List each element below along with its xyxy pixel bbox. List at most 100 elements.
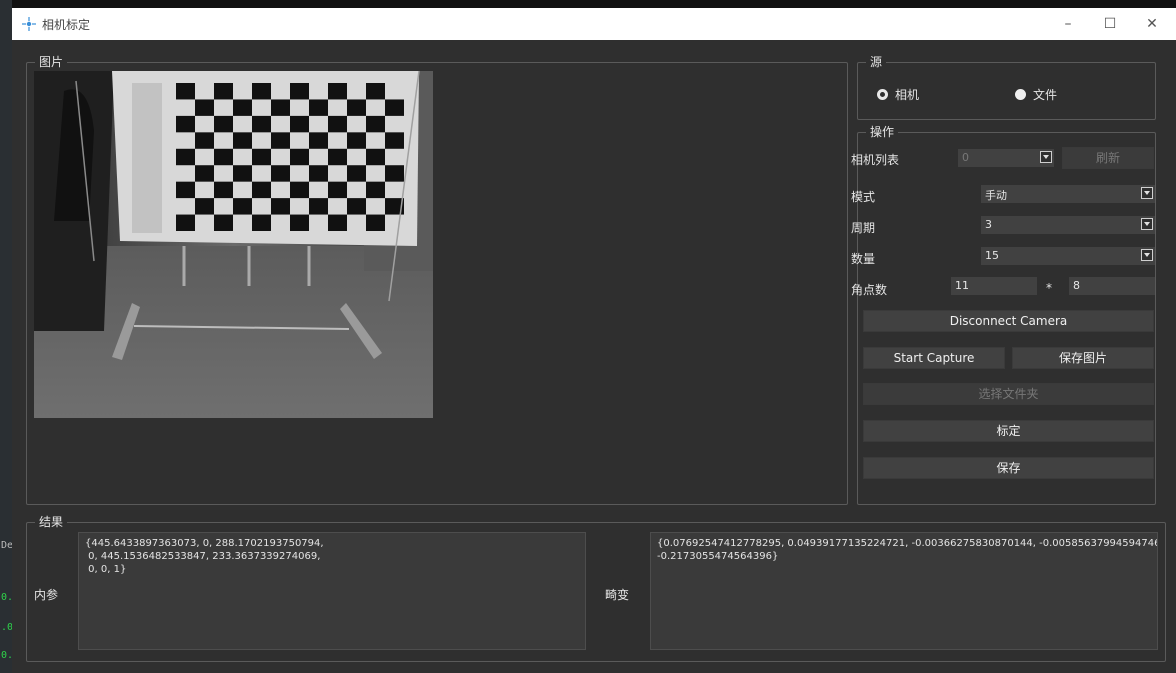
chessboard-square (309, 99, 328, 116)
chessboard-square (214, 83, 233, 100)
chevron-down-icon (1141, 249, 1153, 261)
file-radio-label: 文件 (1033, 88, 1058, 102)
title-bar[interactable]: 相机标定 – ☐ ✕ (12, 8, 1176, 40)
chessboard-square (252, 83, 271, 100)
chessboard-square (290, 83, 309, 100)
save-image-button[interactable]: 保存图片 (1012, 347, 1154, 369)
chessboard-square (347, 165, 366, 182)
chessboard-square (385, 165, 404, 182)
intrinsics-label: 内参 (34, 588, 59, 602)
chessboard-square (176, 181, 195, 199)
chevron-down-icon (1141, 218, 1153, 230)
choose-folder-button[interactable]: 选择文件夹 (863, 383, 1154, 405)
chessboard-square (309, 132, 328, 149)
calibrate-button[interactable]: 标定 (863, 420, 1154, 442)
camera-radio-label: 相机 (895, 88, 920, 102)
count-label: 数量 (851, 252, 876, 266)
distortion-label: 畸变 (605, 588, 630, 602)
maximize-button[interactable]: ☐ (1090, 12, 1130, 36)
chessboard-square (214, 148, 233, 166)
chessboard-square (347, 99, 366, 116)
refresh-button[interactable]: 刷新 (1062, 147, 1154, 169)
chessboard-square (366, 83, 385, 100)
chessboard-square (385, 99, 404, 116)
chessboard-square (366, 115, 385, 133)
camera-list-select[interactable]: 0 (958, 149, 1054, 167)
chessboard-square (214, 181, 233, 199)
close-button[interactable]: ✕ (1132, 12, 1172, 36)
count-select[interactable]: 15 (981, 247, 1155, 265)
chessboard-square (366, 148, 385, 166)
period-value: 3 (985, 218, 992, 231)
chessboard-square (366, 181, 385, 199)
intrinsics-output[interactable]: {445.6433897363073, 0, 288.1702193750794… (78, 532, 586, 650)
corners-separator: * (1046, 281, 1052, 295)
camera-image (34, 71, 433, 418)
corners-rows-value: 8 (1073, 279, 1080, 292)
operations-group-label: 操作 (866, 124, 899, 140)
crosshair-icon (22, 17, 36, 31)
save-button[interactable]: 保存 (863, 457, 1154, 479)
mode-label: 模式 (851, 190, 876, 204)
chessboard-square (195, 165, 214, 182)
chessboard-square (271, 198, 290, 215)
start-capture-button[interactable]: Start Capture (863, 347, 1005, 369)
calibration-window: 相机标定 – ☐ ✕ 图片 源 相机 文件 操作 相机列表 0 刷新 模式 手动… (12, 8, 1176, 673)
chessboard-square (328, 115, 347, 133)
chessboard-square (214, 115, 233, 133)
chessboard-square (290, 214, 309, 231)
corners-cols-input[interactable]: 11 (951, 277, 1037, 295)
corners-label: 角点数 (851, 283, 888, 297)
chessboard-square (233, 198, 252, 215)
chessboard-square (309, 198, 328, 215)
chessboard-square (195, 198, 214, 215)
chessboard-square (328, 181, 347, 199)
corners-rows-input[interactable]: 8 (1069, 277, 1155, 295)
chessboard-square (271, 99, 290, 116)
chessboard-square (290, 181, 309, 199)
chessboard-square (347, 198, 366, 215)
chessboard-square (347, 132, 366, 149)
chessboard-square (252, 148, 271, 166)
file-radio-button[interactable] (1015, 89, 1026, 100)
chessboard-square (195, 132, 214, 149)
window-title: 相机标定 (42, 18, 91, 32)
period-label: 周期 (851, 221, 876, 235)
chessboard-square (271, 165, 290, 182)
minimize-button[interactable]: – (1048, 12, 1088, 36)
chessboard-square (252, 181, 271, 199)
period-select[interactable]: 3 (981, 216, 1155, 234)
chessboard-square (290, 115, 309, 133)
count-value: 15 (985, 249, 999, 262)
camera-radio-button[interactable] (877, 89, 888, 100)
chessboard-square (385, 132, 404, 149)
chessboard-square (366, 214, 385, 231)
chessboard-square (233, 99, 252, 116)
chevron-down-icon (1040, 151, 1052, 163)
chessboard-square (233, 165, 252, 182)
chessboard-square (233, 132, 252, 149)
chessboard-square (328, 83, 347, 100)
chessboard-square (252, 115, 271, 133)
image-group: 图片 (26, 54, 848, 505)
chessboard-square (290, 148, 309, 166)
chessboard-square (176, 214, 195, 231)
chessboard-square (252, 214, 271, 231)
source-group: 源 相机 文件 (857, 54, 1156, 120)
image-group-label: 图片 (35, 54, 68, 70)
distortion-output[interactable]: {0.07692547412778295, 0.0493917713522472… (650, 532, 1158, 650)
disconnect-camera-button[interactable]: Disconnect Camera (863, 310, 1154, 332)
chessboard-square (309, 165, 328, 182)
desktop-background: De 0. .0 0. (0, 0, 13, 673)
corners-cols-value: 11 (955, 279, 969, 292)
camera-list-label: 相机列表 (851, 153, 900, 167)
chessboard-square (176, 83, 195, 100)
mode-select[interactable]: 手动 (981, 185, 1155, 203)
chevron-down-icon (1141, 187, 1153, 199)
chessboard-square (214, 214, 233, 231)
chessboard-square (328, 148, 347, 166)
results-group-label: 结果 (35, 514, 68, 530)
chessboard-square (176, 115, 195, 133)
chessboard-square (328, 214, 347, 231)
source-group-label: 源 (866, 54, 887, 70)
